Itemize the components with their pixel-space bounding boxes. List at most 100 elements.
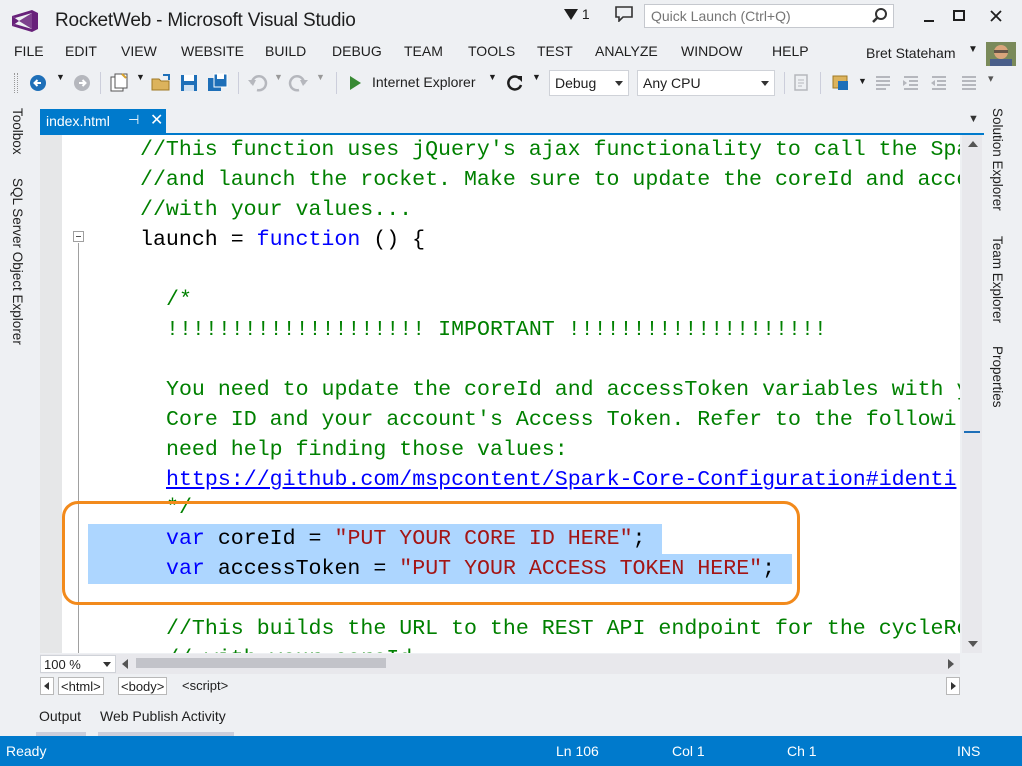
find-in-files-icon[interactable]	[792, 72, 812, 94]
menu-debug[interactable]: DEBUG	[332, 43, 382, 59]
bookmark-dropdown-icon[interactable]: ▼	[858, 76, 867, 86]
status-text: Ready	[6, 743, 47, 759]
code-line[interactable]: !!!!!!!!!!!!!!!!!!!! IMPORTANT !!!!!!!!!…	[166, 315, 827, 345]
bookmark-icon[interactable]	[830, 72, 852, 94]
user-menu-caret-icon[interactable]: ▼	[968, 44, 978, 55]
pin-icon[interactable]: ⊣	[128, 112, 139, 128]
zoom-value: 100 %	[44, 657, 81, 672]
run-target-label[interactable]: Internet Explorer	[372, 74, 476, 90]
scroll-position-marker[interactable]	[964, 431, 980, 433]
menu-window[interactable]: WINDOW	[681, 43, 742, 59]
back-dropdown-icon[interactable]: ▼	[56, 72, 65, 82]
indent-icon[interactable]	[900, 72, 922, 94]
refresh-icon[interactable]	[504, 72, 526, 94]
github-link[interactable]: https://github.com/mspcontent/Spark-Core…	[166, 465, 956, 495]
user-name[interactable]: Bret Stateham	[866, 45, 956, 61]
menu-website[interactable]: WEBSITE	[181, 43, 244, 59]
code-line[interactable]: You need to update the coreId and access…	[166, 375, 960, 405]
minimize-button[interactable]	[914, 4, 944, 30]
menu-team[interactable]: TEAM	[404, 43, 443, 59]
status-char: Ch 1	[787, 743, 817, 759]
breadcrumb-html[interactable]: <html>	[58, 677, 104, 695]
code-line[interactable]: need help finding those values:	[166, 435, 568, 465]
callout-highlight	[62, 501, 800, 605]
quick-launch-input[interactable]	[645, 5, 865, 27]
tag-prev-icon[interactable]	[40, 677, 54, 695]
scroll-right-icon[interactable]	[948, 659, 954, 669]
run-target-dropdown-icon[interactable]: ▼	[488, 72, 497, 82]
avatar[interactable]	[986, 42, 1016, 66]
quick-launch-box[interactable]	[644, 4, 894, 28]
refresh-dropdown-icon[interactable]: ▼	[532, 72, 541, 82]
close-tab-icon[interactable]: ✕	[150, 110, 163, 130]
status-insert-mode: INS	[957, 743, 981, 759]
new-project-icon[interactable]	[108, 72, 130, 94]
zoom-select[interactable]: 100 %	[40, 655, 116, 673]
breadcrumb-body[interactable]: <body>	[118, 677, 168, 695]
tag-next-icon[interactable]	[946, 677, 960, 695]
code-line[interactable]: // with your coreId	[166, 644, 412, 653]
feedback-icon[interactable]	[614, 6, 634, 22]
scroll-left-icon[interactable]	[122, 659, 128, 669]
menu-edit[interactable]: EDIT	[65, 43, 97, 59]
indicator-margin[interactable]	[40, 135, 62, 653]
output-tab[interactable]: Output	[39, 708, 81, 724]
open-file-icon[interactable]	[150, 72, 172, 94]
toolbar-grip[interactable]	[14, 73, 18, 93]
menu-view[interactable]: VIEW	[121, 43, 157, 59]
tab-index-html[interactable]: index.html ⊣ ✕	[40, 109, 166, 133]
properties-tab[interactable]: Properties	[990, 346, 1005, 408]
visual-studio-logo-icon	[12, 10, 38, 32]
tab-list-dropdown-icon[interactable]: ▼	[968, 113, 979, 125]
save-icon[interactable]	[178, 72, 200, 94]
vertical-scrollbar[interactable]	[962, 135, 982, 653]
menu-file[interactable]: FILE	[14, 43, 44, 59]
menu-build[interactable]: BUILD	[265, 43, 306, 59]
redo-icon[interactable]	[288, 72, 310, 94]
menu-test[interactable]: TEST	[537, 43, 573, 59]
code-line[interactable]: Core ID and your account's Access Token.…	[166, 405, 956, 435]
solution-explorer-tab[interactable]: Solution Explorer	[990, 108, 1005, 211]
chevron-down-icon	[761, 81, 769, 86]
navigate-forward-icon[interactable]	[72, 72, 92, 94]
collapse-region-icon[interactable]	[73, 231, 84, 242]
menu-help[interactable]: HELP	[772, 43, 809, 59]
redo-dropdown-icon[interactable]: ▼	[316, 72, 325, 82]
toolbar-separator	[336, 72, 337, 94]
scroll-down-icon[interactable]	[968, 641, 978, 647]
uncomment-lines-icon[interactable]	[958, 72, 980, 94]
notifications-button[interactable]: 1	[564, 6, 590, 22]
web-publish-activity-tab[interactable]: Web Publish Activity	[100, 708, 226, 724]
close-window-button[interactable]	[982, 4, 1012, 30]
code-line[interactable]: launch = function () {	[140, 225, 425, 255]
code-line[interactable]: //with your values...	[140, 195, 412, 225]
horizontal-scroll-thumb[interactable]	[136, 658, 386, 668]
status-bar: Ready Ln 106 Col 1 Ch 1 INS	[0, 736, 1022, 766]
team-explorer-tab[interactable]: Team Explorer	[990, 236, 1005, 323]
comment-lines-icon[interactable]	[872, 72, 894, 94]
breadcrumb-script[interactable]: <script>	[180, 677, 230, 695]
start-debugging-icon[interactable]	[346, 72, 364, 94]
sql-server-object-explorer-tab[interactable]: SQL Server Object Explorer	[10, 178, 25, 345]
platform-value: Any CPU	[643, 75, 701, 91]
code-line[interactable]: //This function uses jQuery's ajax funct…	[140, 135, 960, 165]
code-line[interactable]: //This builds the URL to the REST API en…	[166, 614, 960, 644]
search-icon[interactable]	[871, 7, 889, 25]
new-dropdown-icon[interactable]: ▼	[136, 72, 145, 82]
solution-platform-select[interactable]: Any CPU	[637, 70, 775, 96]
code-line[interactable]: //and launch the rocket. Make sure to up…	[140, 165, 960, 195]
toolbar-overflow-icon[interactable]: ▾	[988, 72, 994, 85]
outdent-icon[interactable]	[928, 72, 950, 94]
toolbox-tab[interactable]: Toolbox	[10, 108, 25, 155]
scroll-up-icon[interactable]	[968, 141, 978, 147]
code-line[interactable]: /*	[166, 285, 192, 315]
title-bar: RocketWeb - Microsoft Visual Studio 1	[0, 0, 1022, 40]
navigate-back-icon[interactable]	[28, 72, 48, 94]
undo-icon[interactable]	[246, 72, 268, 94]
menu-tools[interactable]: TOOLS	[468, 43, 515, 59]
solution-configuration-select[interactable]: Debug	[549, 70, 629, 96]
undo-dropdown-icon[interactable]: ▼	[274, 72, 283, 82]
menu-analyze[interactable]: ANALYZE	[595, 43, 658, 59]
save-all-icon[interactable]	[206, 72, 230, 94]
maximize-button[interactable]	[944, 4, 974, 30]
